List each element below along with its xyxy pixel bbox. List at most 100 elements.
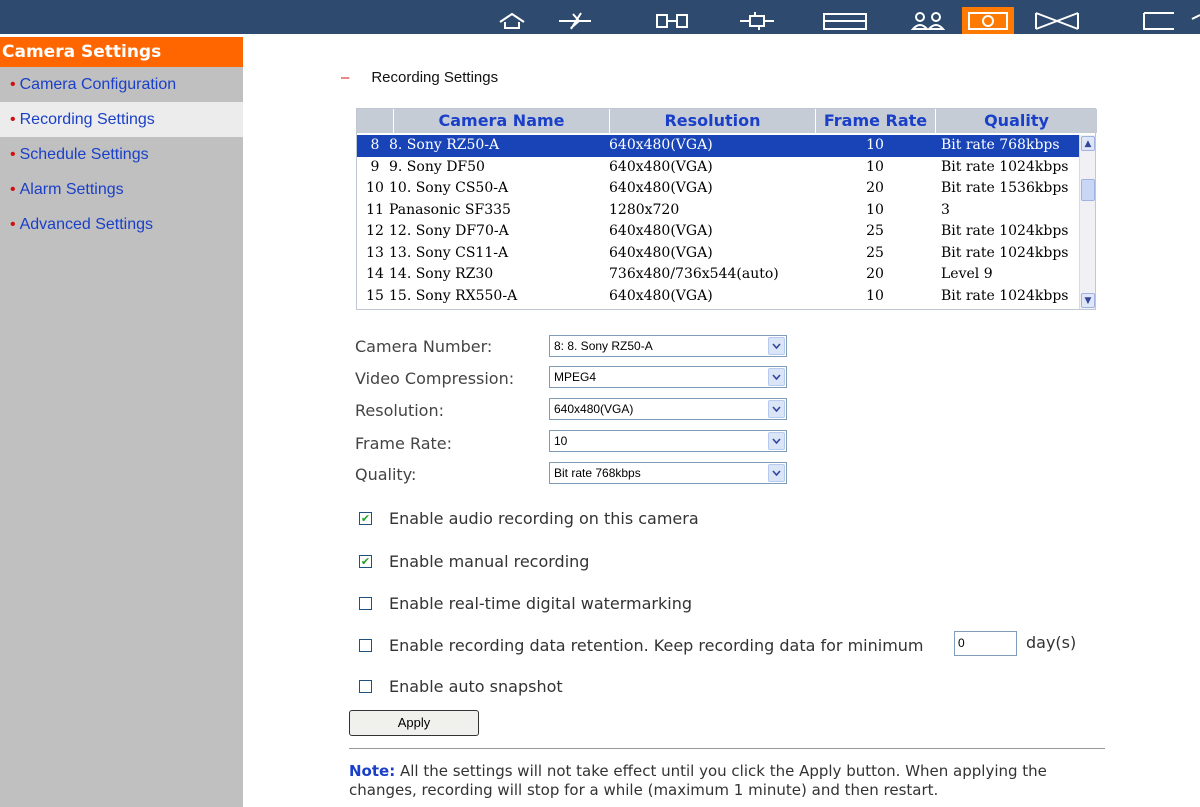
column-header-quality[interactable]: Quality — [935, 109, 1097, 133]
cell-frame-rate: 25 — [866, 244, 884, 261]
bullet-icon: • — [10, 146, 16, 163]
table-body: 8 8. Sony RZ50-A 640x480(VGA) 10 Bit rate 76… — [357, 135, 1079, 309]
chevron-down-icon[interactable] — [768, 400, 785, 418]
cell-quality: Bit rate 1024kbps — [941, 244, 1069, 261]
note-label: Note: — [349, 762, 396, 780]
manual-recording-checkbox[interactable]: ✔ — [359, 555, 372, 568]
camera-number-label: Camera Number: — [355, 337, 493, 356]
users-icon[interactable] — [910, 10, 946, 32]
retention-days-input[interactable]: 0 — [954, 631, 1017, 656]
top-toolbar — [0, 0, 1200, 34]
frame-rate-select[interactable]: 10 — [549, 430, 787, 452]
collapse-icon[interactable]: – — [341, 69, 349, 86]
scroll-up-icon[interactable]: ▲ — [1081, 136, 1095, 151]
frame-rate-label: Frame Rate: — [355, 434, 453, 453]
video-compression-select[interactable]: MPEG4 — [549, 366, 787, 388]
scroll-down-icon[interactable]: ▼ — [1081, 293, 1095, 308]
resolution-select[interactable]: 640x480(VGA) — [549, 398, 787, 420]
cell-resolution: 736x480/736x544(auto) — [609, 266, 779, 282]
quality-select[interactable]: Bit rate 768kbps — [549, 462, 787, 484]
cell-num: 10 — [366, 180, 384, 196]
cell-frame-rate: 25 — [866, 223, 884, 239]
sidebar-item-recording-settings[interactable]: • Recording Settings — [0, 102, 243, 137]
auto-snapshot-label: Enable auto snapshot — [389, 677, 563, 696]
sidebar-item-advanced-settings[interactable]: • Advanced Settings — [0, 207, 243, 242]
note-body: All the settings will not take effect un… — [349, 762, 1047, 799]
camera-number-select[interactable]: 8: 8. Sony RZ50-A — [549, 335, 787, 357]
resolution-label: Resolution: — [355, 401, 444, 420]
camera-number-value: 8: 8. Sony RZ50-A — [554, 339, 653, 353]
table-row[interactable]: 8 8. Sony RZ50-A 640x480(VGA) 10 Bit rate 76… — [357, 135, 1079, 157]
logout-icon[interactable] — [1134, 10, 1200, 32]
cell-num: 13 — [366, 244, 384, 261]
sidebar-item-label: Recording Settings — [19, 111, 155, 128]
table-row[interactable]: 9 9. Sony DF50 640x480(VGA) 10 Bit rate 1024… — [357, 157, 1079, 179]
scroll-thumb[interactable] — [1081, 179, 1095, 201]
chevron-down-icon[interactable] — [768, 464, 785, 482]
sidebar-item-camera-configuration[interactable]: • Camera Configuration — [0, 67, 243, 102]
table-scrollbar[interactable]: ▲ ▼ — [1079, 135, 1095, 309]
chevron-down-icon[interactable] — [768, 368, 785, 386]
connect-icon[interactable] — [737, 10, 777, 32]
note-text: Note: All the settings will not take eff… — [349, 762, 1109, 800]
cell-resolution: 640x480(VGA) — [609, 158, 713, 175]
cell-num: 11 — [366, 201, 384, 218]
column-header-camera-name[interactable]: Camera Name — [393, 109, 609, 133]
camera-icon[interactable] — [962, 7, 1014, 34]
cell-name: Panasonic SF335 — [389, 201, 511, 218]
cell-name: 9. Sony DF50 — [389, 158, 485, 175]
audio-recording-checkbox[interactable]: ✔ — [359, 512, 372, 525]
cell-quality: Bit rate 1024kbps — [941, 287, 1069, 304]
table-row[interactable]: 12 12. Sony DF70-A 640x480(VGA) 25 Bit rate … — [357, 221, 1079, 243]
sidebar-item-label: Schedule Settings — [19, 146, 149, 163]
cell-quality: Level 9 — [941, 266, 993, 282]
home-icon[interactable] — [493, 10, 531, 32]
table-row[interactable]: 11 Panasonic SF335 1280x720 10 3 — [357, 200, 1079, 222]
cell-num: 12 — [366, 223, 384, 239]
chevron-down-icon[interactable] — [768, 337, 785, 355]
cell-resolution: 640x480(VGA) — [609, 287, 713, 304]
cell-quality: Bit rate 1024kbps — [941, 223, 1069, 239]
table-row[interactable]: 14 14. Sony RZ30 736x480/736x544(auto) 20 Le… — [357, 264, 1079, 286]
quality-value: Bit rate 768kbps — [554, 466, 641, 480]
cell-name: 13. Sony CS11-A — [389, 244, 509, 261]
cell-quality: Bit rate 1536kbps — [941, 180, 1069, 196]
section-title: Recording Settings — [371, 69, 499, 86]
column-header-frame-rate[interactable]: Frame Rate — [815, 109, 935, 133]
chevron-down-icon[interactable] — [768, 432, 785, 450]
cell-frame-rate: 10 — [866, 137, 884, 153]
watermark-checkbox[interactable] — [359, 597, 372, 610]
cell-quality: Bit rate 768kbps — [941, 137, 1060, 153]
cell-frame-rate: 10 — [866, 158, 884, 175]
table-row[interactable]: 10 10. Sony CS50-A 640x480(VGA) 20 Bit rate … — [357, 178, 1079, 200]
sidebar-item-label: Alarm Settings — [19, 181, 124, 198]
auto-snapshot-checkbox[interactable] — [359, 680, 372, 693]
column-header-resolution[interactable]: Resolution — [609, 109, 815, 133]
main-panel: – Recording Settings Camera Name Resoluti… — [243, 37, 1200, 807]
sidebar-item-schedule-settings[interactable]: • Schedule Settings — [0, 137, 243, 172]
watermark-label: Enable real-time digital watermarking — [389, 594, 693, 613]
cell-quality: Bit rate 1024kbps — [941, 158, 1069, 175]
mail-icon[interactable] — [1032, 10, 1082, 32]
sidebar-item-label: Advanced Settings — [19, 216, 154, 233]
quality-label: Quality: — [355, 465, 417, 484]
retention-checkbox[interactable] — [359, 639, 372, 652]
bullet-icon: • — [10, 216, 16, 233]
table-header: Camera Name Resolution Frame Rate Qualit… — [357, 109, 1097, 133]
sidebar-item-label: Camera Configuration — [19, 76, 177, 93]
sidebar-item-alarm-settings[interactable]: • Alarm Settings — [0, 172, 243, 207]
apply-button[interactable]: Apply — [349, 710, 479, 736]
video-compression-value: MPEG4 — [554, 370, 597, 384]
network-icon[interactable] — [654, 10, 690, 32]
table-row[interactable]: 15 15. Sony RX550-A 640x480(VGA) 10 Bit rate… — [357, 286, 1079, 308]
cell-name: 15. Sony RX550-A — [389, 287, 518, 304]
cell-name: 8. Sony RZ50-A — [389, 137, 500, 153]
video-compression-label: Video Compression: — [355, 369, 515, 388]
table-row[interactable]: 13 13. Sony CS11-A 640x480(VGA) 25 Bit rate … — [357, 243, 1079, 265]
cell-frame-rate: 20 — [866, 266, 884, 282]
lightning-icon[interactable] — [555, 10, 595, 32]
cell-frame-rate: 10 — [866, 201, 884, 218]
retention-label: Enable recording data retention. Keep re… — [389, 636, 924, 655]
drive-icon[interactable] — [821, 10, 869, 32]
frame-rate-value: 10 — [554, 434, 568, 448]
